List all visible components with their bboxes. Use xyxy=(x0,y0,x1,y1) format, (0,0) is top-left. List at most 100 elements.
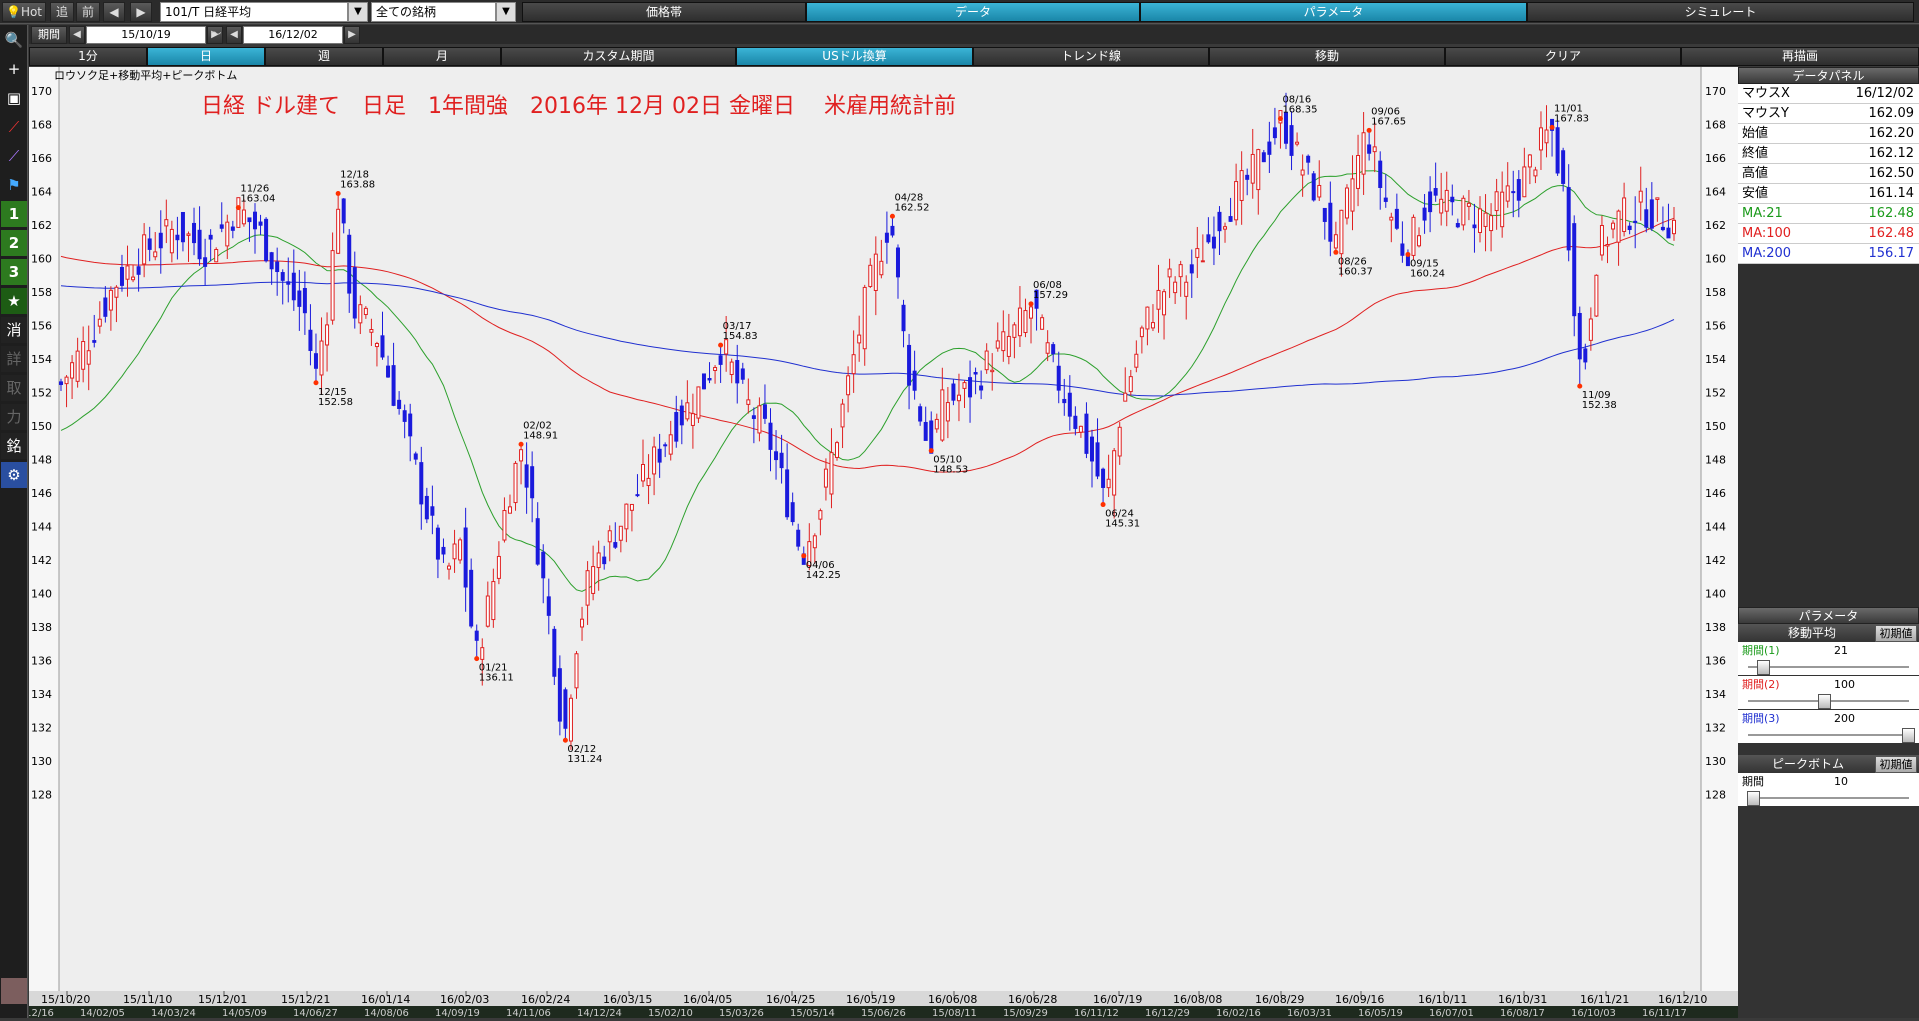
ma-header: 移動平均 初期値 xyxy=(1738,624,1919,642)
x-tick-label: 16/10/31 xyxy=(1498,993,1547,1006)
candle-body xyxy=(563,689,568,729)
tab-1min[interactable]: 1分 xyxy=(29,47,147,66)
layout-1-button[interactable]: 1 xyxy=(1,201,27,227)
start-prev-icon[interactable]: ◀ xyxy=(69,26,85,44)
candle-body xyxy=(253,211,258,230)
start-date-field[interactable]: 15/10/19 xyxy=(86,26,206,44)
layout-2-button[interactable]: 2 xyxy=(1,230,27,256)
param-value[interactable]: 21 xyxy=(1834,642,1848,659)
symbol-field[interactable]: 101/T 日経平均 xyxy=(160,2,348,22)
candle-body xyxy=(1217,211,1222,232)
period-label: 期間 xyxy=(31,26,67,44)
param-slider[interactable] xyxy=(1738,727,1919,743)
param-slider[interactable] xyxy=(1738,790,1919,806)
peak-bottom-marker xyxy=(235,205,241,211)
param-label: 期間(2) xyxy=(1742,678,1780,691)
tab-clear[interactable]: クリア xyxy=(1445,47,1681,66)
universe-select[interactable]: 全ての銘柄 xyxy=(371,2,496,22)
peak-bottom-value: 131.24 xyxy=(567,754,602,765)
tab-daily[interactable]: 日 xyxy=(147,47,265,66)
fetch-button[interactable]: 取 xyxy=(1,375,27,401)
hot-button[interactable]: 💡Hot xyxy=(2,2,46,22)
detail-button[interactable]: 詳 xyxy=(1,346,27,372)
tab-parameters[interactable]: パラメータ xyxy=(1140,2,1527,22)
candle-body xyxy=(846,375,851,396)
tab-trendline[interactable]: トレンド線 xyxy=(973,47,1209,66)
input-button[interactable]: 力 xyxy=(1,404,27,430)
candle-body xyxy=(951,383,956,401)
candle-body xyxy=(291,272,296,301)
candle-body xyxy=(1317,184,1322,198)
candle-body xyxy=(286,281,291,285)
candle-body xyxy=(280,272,285,281)
chart-indicator-icon[interactable]: ⟋ xyxy=(1,143,27,169)
param-value[interactable]: 200 xyxy=(1834,710,1855,727)
tab-custom-period[interactable]: カスタム期間 xyxy=(501,47,736,66)
peak-bottom-marker xyxy=(1100,502,1106,508)
flag-icon[interactable]: ⚑ xyxy=(1,172,27,198)
chart-line-icon[interactable]: ⟋ xyxy=(1,114,27,140)
forward-arrow-icon[interactable]: ▶ xyxy=(130,2,152,22)
param-value[interactable]: 100 xyxy=(1834,676,1855,693)
candle-body xyxy=(1344,187,1349,219)
tab-price-band[interactable]: 価格帯 xyxy=(522,2,806,22)
candle-body xyxy=(480,647,485,660)
mini-chart-icon[interactable] xyxy=(1,978,27,1004)
bulb-icon: 💡 xyxy=(5,5,21,19)
tab-data[interactable]: データ xyxy=(806,2,1140,22)
camera-icon[interactable]: ▣ xyxy=(1,85,27,111)
candle-body xyxy=(175,234,180,241)
y-tick-label: 152 xyxy=(1705,387,1726,400)
param-slider[interactable] xyxy=(1738,693,1919,709)
slider-thumb[interactable] xyxy=(1747,791,1761,806)
candlestick-chart[interactable]: 128 130 132 134 136 138 140 142 144 146 148 150 152 1… xyxy=(9,67,1738,1019)
tab-weekly[interactable]: 週 xyxy=(265,47,383,66)
star-icon[interactable]: ★ xyxy=(1,288,27,314)
slider-thumb[interactable] xyxy=(1756,660,1770,675)
candle-body xyxy=(186,233,191,236)
candle-body xyxy=(735,360,740,384)
chart-annotation: 日経 ドル建て 日足 1年間強 2016年 12月 02日 金曜日 米雇用統計前 xyxy=(201,94,956,119)
brand-button[interactable]: 銘 xyxy=(1,433,27,459)
tab-usd-conversion[interactable]: USドル換算 xyxy=(736,47,973,66)
back-arrow-icon[interactable]: ◀ xyxy=(103,2,125,22)
candle-body xyxy=(1505,185,1510,202)
end-prev-icon[interactable]: ◀ xyxy=(226,26,242,44)
ma-init-button[interactable]: 初期値 xyxy=(1875,625,1917,642)
erase-button[interactable]: 消 xyxy=(1,317,27,343)
candle-body xyxy=(330,250,335,321)
tab-simulate[interactable]: シミュレート xyxy=(1527,2,1914,22)
y-tick-label: 144 xyxy=(31,521,52,534)
prev-button[interactable]: 前 xyxy=(76,2,100,22)
end-next-icon[interactable]: ▶ xyxy=(344,26,360,44)
tab-redraw[interactable]: 再描画 xyxy=(1681,47,1919,66)
candle-body xyxy=(879,260,884,276)
peak-bottom-value: 152.38 xyxy=(1582,400,1617,411)
candle-body xyxy=(1322,207,1327,222)
candle-body xyxy=(247,217,252,223)
y-tick-label: 142 xyxy=(31,554,52,567)
x-tick-label: 16/09/16 xyxy=(1335,993,1384,1006)
pb-header: ピークボトム 初期値 xyxy=(1738,755,1919,773)
tab-move[interactable]: 移動 xyxy=(1209,47,1445,66)
tab-monthly[interactable]: 月 xyxy=(383,47,501,66)
end-date-field[interactable]: 16/12/02 xyxy=(243,26,343,44)
param-slider[interactable] xyxy=(1738,659,1919,675)
slider-thumb[interactable] xyxy=(1818,694,1832,709)
search-icon[interactable]: 🔍 xyxy=(1,27,27,53)
layout-3-button[interactable]: 3 xyxy=(1,259,27,285)
candle-body xyxy=(552,628,557,677)
crosshair-icon[interactable]: + xyxy=(1,56,27,82)
gear-icon[interactable]: ⚙ xyxy=(1,462,27,488)
add-button[interactable]: 追 xyxy=(50,2,74,22)
symbol-dropdown-icon[interactable]: ▼ xyxy=(348,2,368,22)
pb-init-button[interactable]: 初期値 xyxy=(1875,756,1917,773)
slider-thumb[interactable] xyxy=(1902,728,1915,743)
candle-body xyxy=(1333,234,1338,249)
candle-body xyxy=(956,394,961,402)
universe-dropdown-icon[interactable]: ▼ xyxy=(496,2,516,22)
param-value[interactable]: 10 xyxy=(1834,773,1848,790)
y-tick-label: 132 xyxy=(1705,722,1726,735)
data-row-key: 高値 xyxy=(1742,166,1769,181)
param-label: 期間 xyxy=(1742,775,1764,788)
